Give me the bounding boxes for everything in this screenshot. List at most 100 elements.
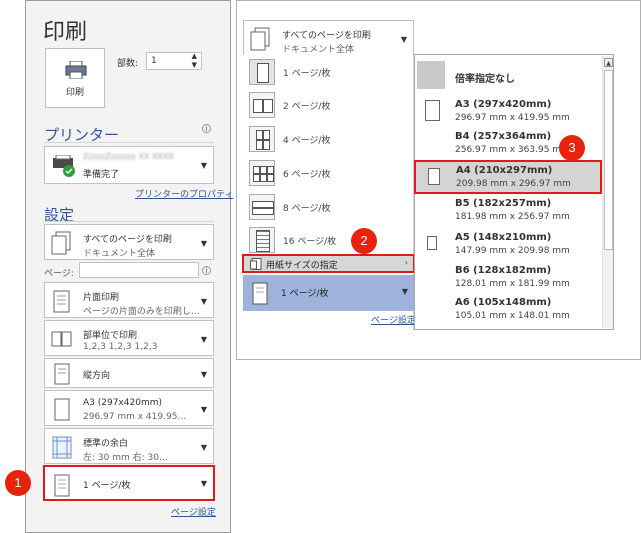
step-badge-1: 1 xyxy=(5,470,31,496)
paper-size-dropdown[interactable]: A3 (297x420mm) 296.97 mm x 419.95… ▼ xyxy=(44,390,214,426)
collate-dropdown[interactable]: 部単位で印刷 1,2,3 1,2,3 1,2,3 ▼ xyxy=(44,320,214,356)
two-pages-icon xyxy=(249,92,275,118)
size-title: B6 (128x182mm) xyxy=(455,265,552,276)
submenu-item-a4[interactable]: A4 (210x297mm) 209.98 mm x 296.97 mm xyxy=(414,160,602,194)
paper-icon xyxy=(54,398,70,421)
page-title: 印刷 xyxy=(43,20,88,45)
no-scaling-icon xyxy=(417,61,445,89)
scroll-up-arrow-icon[interactable]: ▲ xyxy=(604,58,613,67)
selected-label: 1 ページ/枚 xyxy=(281,289,329,299)
menu-item-1-page[interactable]: 1 ページ/枚 xyxy=(243,57,414,87)
pages-icon xyxy=(250,27,270,51)
print-what-line1: すべてのページを印刷 xyxy=(83,235,172,245)
copies-spinner[interactable]: 1 ▲ ▼ xyxy=(146,52,202,70)
submenu-item-a3[interactable]: A3 (297x420mm) 296.97 mm x 419.95 mm xyxy=(415,96,602,130)
printer-status: 準備完了 xyxy=(83,170,120,180)
print-what-dropdown[interactable]: すべてのページを印刷 ドキュメント全体 ▼ xyxy=(243,20,414,56)
collate-icon xyxy=(51,331,72,347)
print-button-label: 印刷 xyxy=(65,88,84,98)
menu-item-4-pages[interactable]: 4 ページ/枚 xyxy=(243,124,414,154)
step-badge-2: 2 xyxy=(351,228,377,254)
printer-dropdown[interactable]: ZzzzzZzzzzzz XX XXXX 準備完了 ▼ xyxy=(44,146,214,184)
copies-label: 部数: xyxy=(117,59,139,69)
orientation-line1: 縦方向 xyxy=(83,371,111,381)
duplex-line1: 片面印刷 xyxy=(83,293,120,303)
one-sided-icon xyxy=(53,290,70,313)
size-sub: 105.01 mm x 148.01 mm xyxy=(455,311,570,321)
menu-item-2-pages[interactable]: 2 ページ/枚 xyxy=(243,90,414,120)
menu-item-label: 用紙サイズの指定 xyxy=(266,261,338,271)
chevron-down-icon: ▼ xyxy=(200,443,207,452)
submenu-item-label: 倍率指定なし xyxy=(455,74,515,85)
collate-line1: 部単位で印刷 xyxy=(83,331,138,341)
size-sub: 209.98 mm x 296.97 mm xyxy=(456,179,571,189)
info-icon[interactable]: i xyxy=(202,124,211,133)
scrollbar-thumb[interactable] xyxy=(604,70,613,250)
menu-item-label: 8 ページ/枚 xyxy=(283,204,331,214)
pages-label: ページ: xyxy=(44,269,74,279)
chevron-down-icon: ▼ xyxy=(200,335,207,344)
size-sub: 128.01 mm x 181.99 mm xyxy=(455,279,570,289)
chevron-down-icon: ▼ xyxy=(200,161,207,170)
pages-input[interactable] xyxy=(79,262,199,278)
chevron-right-icon: › xyxy=(404,258,408,267)
duplex-dropdown[interactable]: 片面印刷 ページの片面のみを印刷し… ▼ xyxy=(44,282,214,318)
six-pages-icon xyxy=(249,160,275,186)
page-setup-link[interactable]: ページ設定 xyxy=(171,505,216,518)
size-title: A6 (105x148mm) xyxy=(455,297,552,308)
size-title: A3 (297x420mm) xyxy=(455,99,552,110)
info-icon[interactable]: i xyxy=(202,266,211,275)
size-sub: 181.98 mm x 256.97 mm xyxy=(455,212,570,222)
margins-line2: 左: 30 mm 右: 30… xyxy=(83,453,168,463)
size-sub: 256.97 mm x 363.95 mm xyxy=(455,145,570,155)
pages-per-sheet-dropdown[interactable]: 1 ページ/枚 ▼ xyxy=(43,465,215,501)
one-page-per-sheet-icon xyxy=(54,474,70,497)
one-page-icon xyxy=(252,282,268,305)
portrait-icon xyxy=(54,363,70,385)
scale-page-icon xyxy=(250,258,262,270)
size-sub: 296.97 mm x 419.95 mm xyxy=(455,113,570,123)
size-title: A5 (148x210mm) xyxy=(455,232,552,243)
chevron-down-icon: ▼ xyxy=(400,35,407,44)
print-button[interactable]: 印刷 xyxy=(45,48,105,108)
four-pages-icon xyxy=(249,126,275,152)
pages-icon xyxy=(51,231,71,255)
chevron-down-icon: ▼ xyxy=(200,297,207,306)
menu-item-label: 6 ページ/枚 xyxy=(283,170,331,180)
section-divider xyxy=(44,221,214,222)
orientation-dropdown[interactable]: 縦方向 ▼ xyxy=(44,358,214,388)
menu-item-label: 1 ページ/枚 xyxy=(283,69,331,79)
printer-icon xyxy=(65,61,87,79)
printer-name: ZzzzzZzzzzzz XX XXXX xyxy=(83,152,174,161)
size-title: A4 (210x297mm) xyxy=(456,165,553,176)
page-setup-link[interactable]: ページ設定 xyxy=(371,313,416,326)
eight-pages-icon xyxy=(249,194,275,220)
spinner-arrows-icon[interactable]: ▲ ▼ xyxy=(192,52,197,70)
print-what-line1: すべてのページを印刷 xyxy=(282,31,371,41)
pages-per-sheet-selected[interactable]: 1 ページ/枚 ▼ xyxy=(243,275,414,311)
menu-item-scale-to-paper-size[interactable]: 用紙サイズの指定 › xyxy=(242,254,415,273)
submenu-item-no-scaling[interactable]: 倍率指定なし xyxy=(415,58,602,94)
menu-item-8-pages[interactable]: 8 ページ/枚 xyxy=(243,192,414,222)
print-what-dropdown[interactable]: すべてのページを印刷 ドキュメント全体 ▼ xyxy=(44,224,214,260)
chevron-down-icon: ▼ xyxy=(200,479,207,488)
menu-item-16-pages[interactable]: 16 ページ/枚 xyxy=(243,225,414,255)
submenu-item-b6[interactable]: B6 (128x182mm) 128.01 mm x 181.99 mm xyxy=(415,262,602,296)
submenu-scrollbar[interactable]: ▲ xyxy=(602,56,613,328)
duplex-line2: ページの片面のみを印刷し… xyxy=(83,307,200,317)
chevron-down-icon: ▼ xyxy=(200,239,207,248)
section-divider xyxy=(44,142,214,143)
margins-dropdown[interactable]: 標準の余白 左: 30 mm 右: 30… ▼ xyxy=(44,428,214,464)
print-what-line2: ドキュメント全体 xyxy=(282,45,355,55)
size-title: B4 (257x364mm) xyxy=(455,131,552,142)
paper-icon xyxy=(425,100,440,121)
chevron-down-icon: ▼ xyxy=(200,370,207,379)
margins-line1: 標準の余白 xyxy=(83,439,129,449)
sixteen-pages-icon xyxy=(249,227,275,253)
submenu-item-a6[interactable]: A6 (105x148mm) 105.01 mm x 148.01 mm xyxy=(415,294,602,328)
submenu-item-a5[interactable]: A5 (148x210mm) 147.99 mm x 209.98 mm xyxy=(415,229,602,263)
menu-item-6-pages[interactable]: 6 ページ/枚 xyxy=(243,158,414,188)
submenu-item-b5[interactable]: B5 (182x257mm) 181.98 mm x 256.97 mm xyxy=(415,195,602,229)
printer-properties-link[interactable]: プリンターのプロパティ xyxy=(135,187,233,200)
chevron-down-icon: ▼ xyxy=(401,287,408,296)
